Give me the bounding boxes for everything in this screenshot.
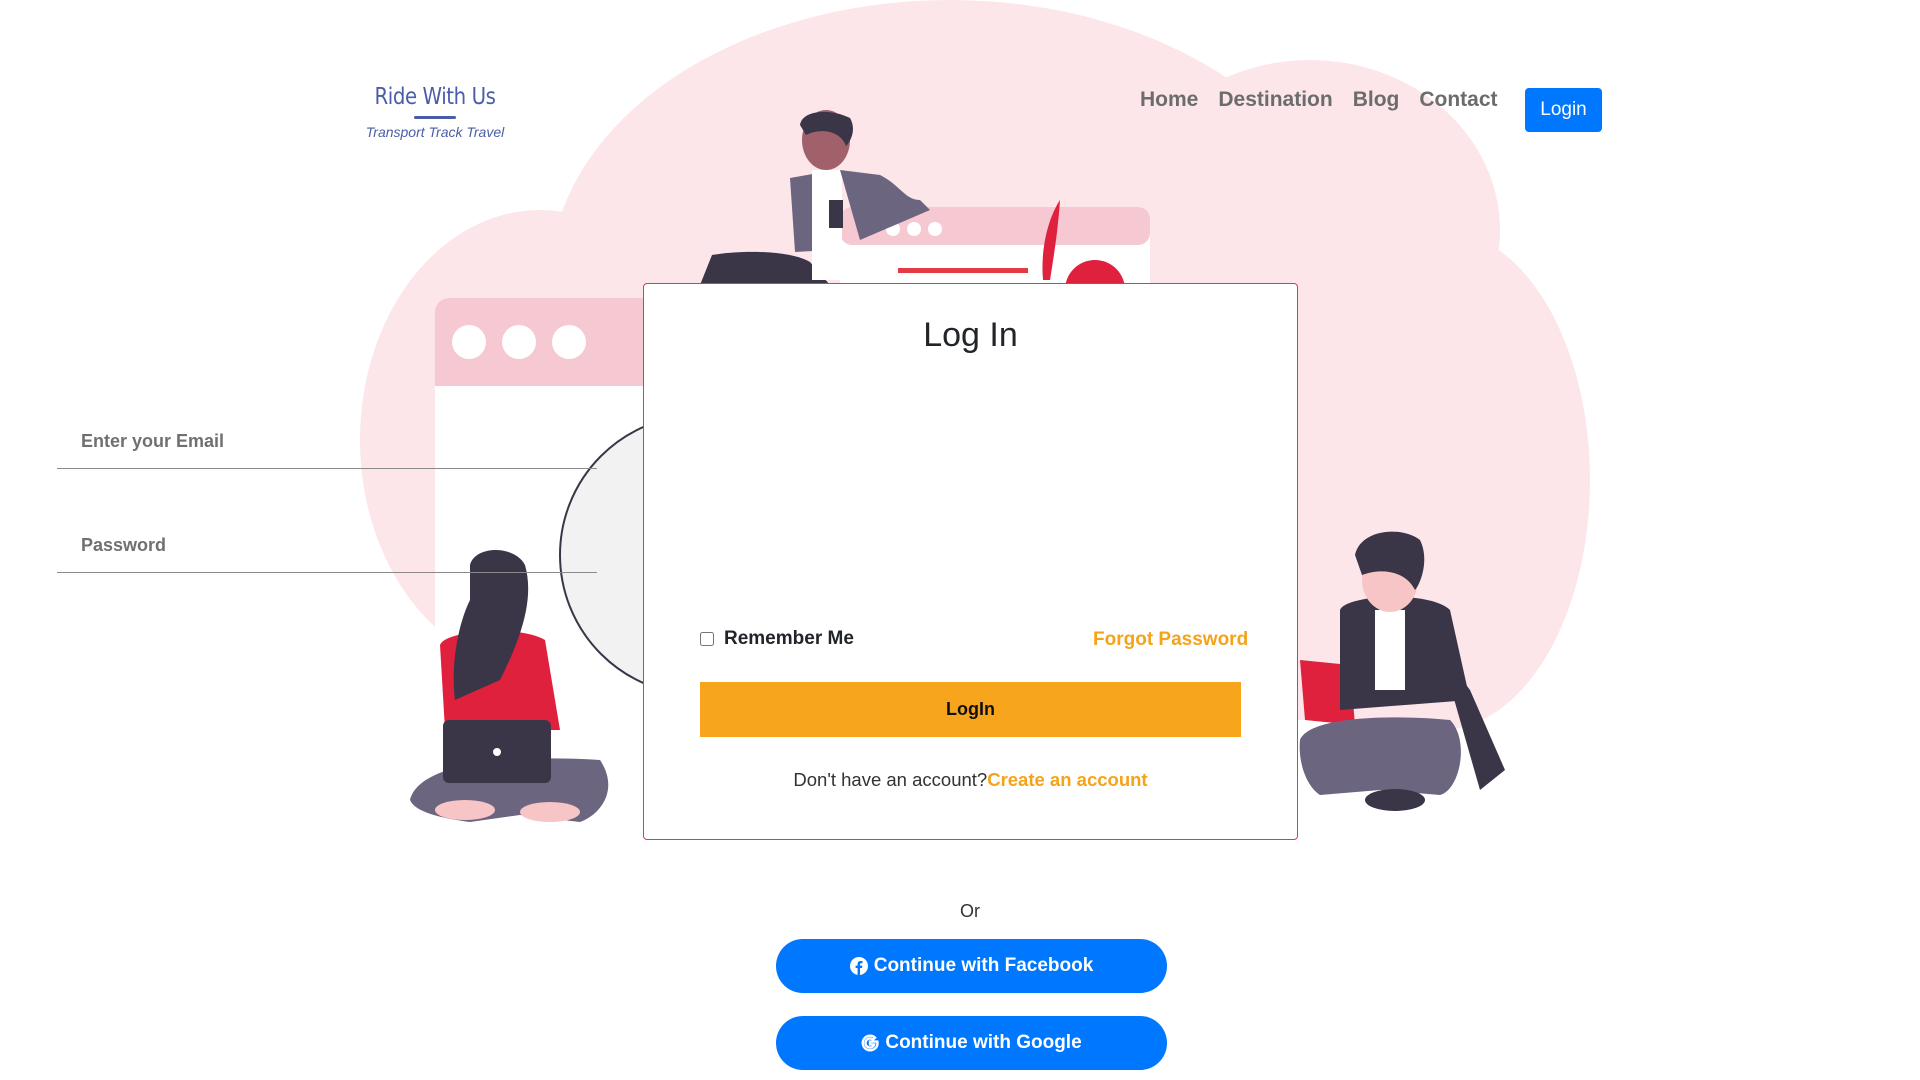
facebook-icon <box>849 957 868 975</box>
google-login-button[interactable]: Continue with Google <box>776 1016 1167 1070</box>
nav-contact[interactable]: Contact <box>1419 88 1497 112</box>
google-login-label: Continue with Google <box>885 1032 1082 1053</box>
brand-logo[interactable]: Ride With Us Transport Track Travel <box>360 84 510 140</box>
facebook-login-button[interactable]: Continue with Facebook <box>776 939 1167 993</box>
email-field[interactable] <box>57 415 597 469</box>
password-field[interactable] <box>57 519 597 573</box>
nav-blog[interactable]: Blog <box>1353 88 1400 112</box>
brand-underline <box>414 116 456 119</box>
header-login-button[interactable]: Login <box>1525 88 1602 132</box>
remember-me[interactable]: Remember Me <box>700 628 854 650</box>
login-card: Log In <box>643 283 1298 840</box>
create-account-link[interactable]: Create an account <box>987 769 1147 790</box>
login-submit-button[interactable]: LogIn <box>700 682 1241 737</box>
nav-home[interactable]: Home <box>1140 88 1198 112</box>
brand-tagline: Transport Track Travel <box>365 124 505 140</box>
signup-line: Don't have an account?Create an account <box>643 769 1298 791</box>
nav-destination[interactable]: Destination <box>1218 88 1332 112</box>
signup-prompt: Don't have an account? <box>793 769 988 790</box>
remember-me-label: Remember Me <box>724 628 854 649</box>
google-icon <box>861 1034 880 1052</box>
main-nav: Home Destination Blog Contact <box>1140 88 1518 112</box>
or-divider: Or <box>960 901 980 921</box>
facebook-login-label: Continue with Facebook <box>873 955 1094 976</box>
brand-name: Ride With Us <box>374 84 496 110</box>
remember-me-checkbox[interactable] <box>700 632 714 646</box>
forgot-password-link[interactable]: Forgot Password <box>1093 629 1248 651</box>
login-title: Log In <box>923 316 1018 354</box>
